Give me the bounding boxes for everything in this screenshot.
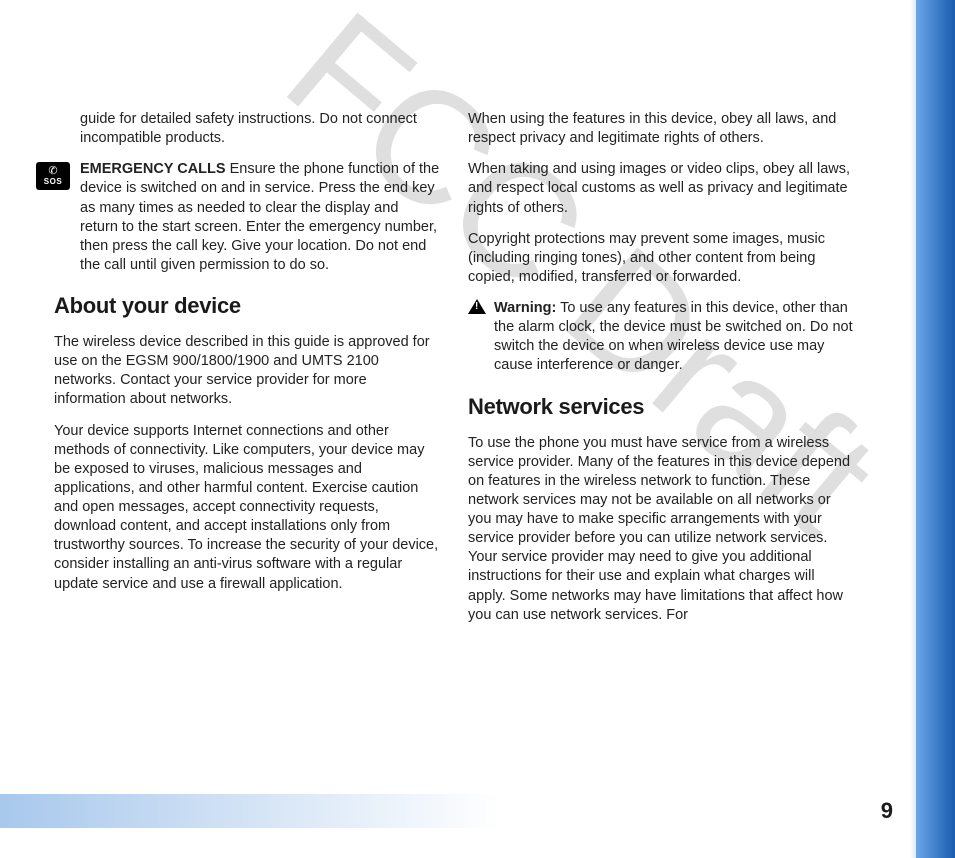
laws-paragraph-1: When using the features in this device, … <box>468 110 854 148</box>
column-right: When using the features in this device, … <box>468 110 854 637</box>
content-columns: guide for detailed safety instructions. … <box>54 110 854 637</box>
page-number: 9 <box>881 798 893 824</box>
network-paragraph-1: To use the phone you must have service f… <box>468 434 854 625</box>
emergency-calls-text: EMERGENCY CALLS Ensure the phone functio… <box>80 160 440 275</box>
about-paragraph-2: Your device supports Internet connection… <box>54 422 440 594</box>
heading-network-services: Network services <box>468 394 854 420</box>
sos-icon: ✆ SOS <box>36 162 70 190</box>
emergency-calls-block: ✆ SOS EMERGENCY CALLS Ensure the phone f… <box>80 160 440 275</box>
about-paragraph-1: The wireless device described in this gu… <box>54 333 440 410</box>
warning-text: Warning: To use any features in this dev… <box>494 299 854 376</box>
page-number-band <box>0 794 910 828</box>
heading-about-your-device: About your device <box>54 293 440 319</box>
copyright-paragraph: Copyright protections may prevent some i… <box>468 230 854 287</box>
warning-label: Warning: <box>494 300 556 316</box>
laws-paragraph-2: When taking and using images or video cl… <box>468 160 854 217</box>
warning-block: Warning: To use any features in this dev… <box>494 299 854 376</box>
warning-icon <box>468 299 486 314</box>
side-band <box>916 0 955 858</box>
column-left: guide for detailed safety instructions. … <box>54 110 440 637</box>
document-page: FCC Draft guide for detailed safety inst… <box>0 0 955 858</box>
emergency-calls-body: Ensure the phone function of the device … <box>80 161 439 273</box>
intro-continuation: guide for detailed safety instructions. … <box>80 110 440 148</box>
emergency-calls-label: EMERGENCY CALLS <box>80 161 226 177</box>
